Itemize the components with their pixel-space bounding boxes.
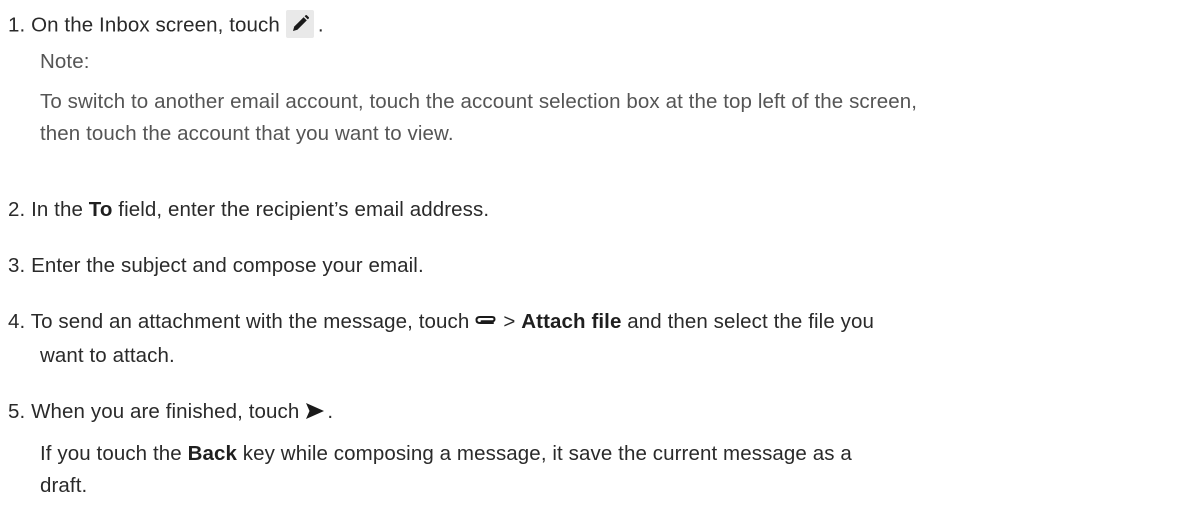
step-4-number: 4.: [8, 310, 26, 333]
note-label: Note:: [40, 50, 90, 73]
step-5-text: When you are finished, touch: [25, 400, 300, 423]
step-5-detail-pre: If you touch the: [40, 442, 188, 465]
pencil-icon: [285, 10, 314, 38]
step-4-bold-attach-file: Attach file: [521, 310, 622, 333]
step-2-text-pre: In the: [25, 198, 89, 221]
step-1: 1. On the Inbox screen, touch.: [8, 10, 324, 40]
step-2: 2. In the To field, enter the recipient’…: [8, 198, 489, 222]
step-5-detail-post: key while composing a message, it save t…: [237, 442, 852, 465]
note-text-line-1: To switch to another email account, touc…: [40, 90, 918, 113]
step-4-text-post: and then select the file you: [621, 310, 874, 333]
step-1-text: On the Inbox screen, touch: [25, 13, 280, 37]
step-4-text-pre: To send an attachment with the message, …: [25, 310, 470, 333]
step-2-bold-to: To: [88, 198, 113, 221]
note-text-line-2: then touch the account that you want to …: [40, 122, 454, 145]
step-1-number: 1.: [8, 13, 26, 37]
send-icon: [305, 402, 325, 420]
step-3: 3. Enter the subject and compose your em…: [8, 254, 424, 278]
step-4: 4. To send an attachment with the messag…: [8, 310, 874, 334]
step-1-period: .: [317, 13, 324, 37]
step-5-bold-back: Back: [187, 442, 237, 465]
step-5-period: .: [327, 400, 334, 423]
step-5-number: 5.: [8, 400, 26, 423]
step-3-number: 3.: [8, 254, 26, 277]
step-4-gt: >: [503, 310, 522, 333]
step-5-detail-line-2: draft.: [40, 474, 88, 497]
instructions-document: 1. On the Inbox screen, touch. Note: To …: [0, 0, 1201, 516]
step-3-text: Enter the subject and compose your email…: [25, 254, 424, 277]
step-4-line-2: want to attach.: [40, 344, 175, 367]
step-5-detail-line-1: If you touch the Back key while composin…: [40, 442, 852, 466]
paperclip-icon: [473, 313, 497, 327]
step-2-text-post: field, enter the recipient’s email addre…: [112, 198, 490, 221]
step-5: 5. When you are finished, touch.: [8, 400, 333, 424]
step-2-number: 2.: [8, 198, 26, 221]
